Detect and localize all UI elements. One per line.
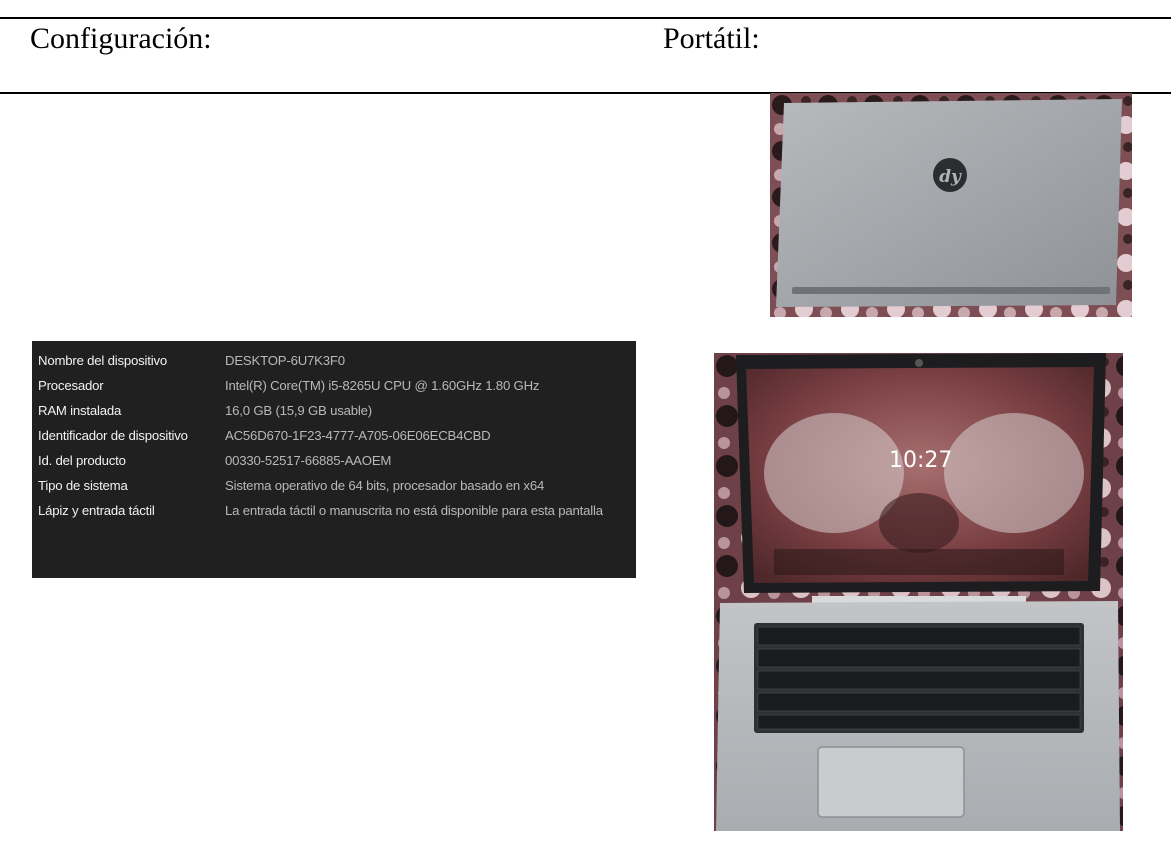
spec-value: Intel(R) Core(TM) i5-8265U CPU @ 1.60GHz… bbox=[225, 378, 540, 393]
spec-label: Identificador de dispositivo bbox=[38, 428, 188, 443]
spec-value: Sistema operativo de 64 bits, procesador… bbox=[225, 478, 545, 493]
spec-value: AC56D670-1F23-4777-A705-06E06ECB4CBD bbox=[225, 428, 491, 443]
top-rule bbox=[0, 17, 1171, 19]
spec-value: 00330-52517-66885-AAOEM bbox=[225, 453, 392, 468]
spec-label: Nombre del dispositivo bbox=[38, 353, 168, 368]
spec-label: Tipo de sistema bbox=[38, 478, 128, 493]
spec-row-product-id: Id. del producto 00330-52517-66885-AAOEM bbox=[32, 453, 636, 477]
spec-row-processor: Procesador Intel(R) Core(TM) i5-8265U CP… bbox=[32, 378, 636, 402]
spec-row-pen-touch: Lápiz y entrada táctil La entrada táctil… bbox=[32, 503, 636, 527]
spec-value: 16,0 GB (15,9 GB usable) bbox=[225, 403, 372, 418]
spec-value: La entrada táctil o manuscrita no está d… bbox=[225, 503, 603, 518]
spec-label: RAM instalada bbox=[38, 403, 122, 418]
spec-label: Procesador bbox=[38, 378, 104, 393]
configuration-heading: Configuración: bbox=[30, 22, 212, 55]
laptop-open-photo: 10:27 bbox=[714, 353, 1123, 831]
laptop-heading: Portátil: bbox=[663, 22, 760, 55]
spec-row-device-name: Nombre del dispositivo DESKTOP-6U7K3F0 bbox=[32, 353, 636, 377]
spec-label: Id. del producto bbox=[38, 453, 126, 468]
spec-label: Lápiz y entrada táctil bbox=[38, 503, 155, 518]
hp-logo: dy bbox=[939, 167, 962, 187]
spec-row-device-id: Identificador de dispositivo AC56D670-1F… bbox=[32, 428, 636, 452]
lock-screen-time: 10:27 bbox=[889, 448, 952, 473]
spec-row-system-type: Tipo de sistema Sistema operativo de 64 … bbox=[32, 478, 636, 502]
spec-row-ram: RAM instalada 16,0 GB (15,9 GB usable) bbox=[32, 403, 636, 427]
device-specs-panel: Nombre del dispositivo DESKTOP-6U7K3F0 P… bbox=[32, 341, 636, 578]
spec-value: DESKTOP-6U7K3F0 bbox=[225, 353, 345, 368]
laptop-lid-photo: dy bbox=[770, 93, 1132, 317]
